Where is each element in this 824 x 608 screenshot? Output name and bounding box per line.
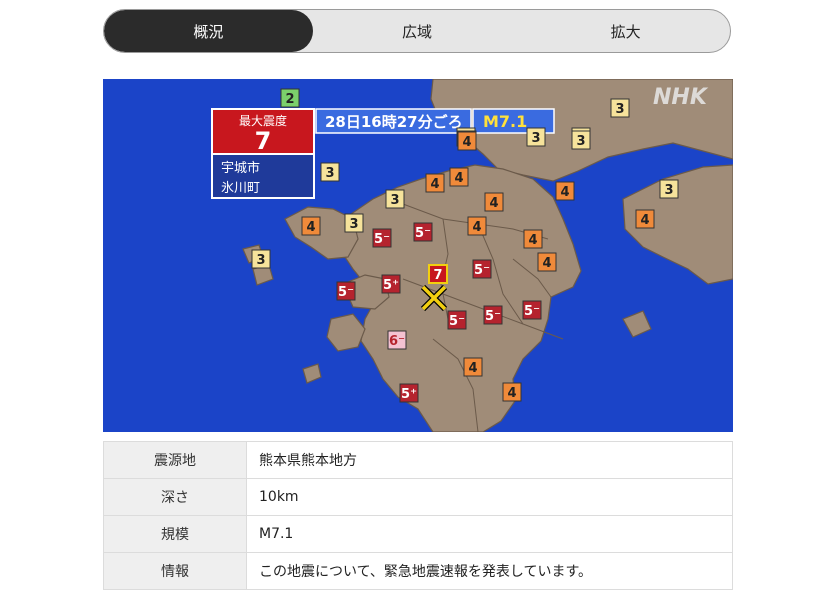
intensity-marker-label: 3 [576, 134, 585, 149]
tab-wide-area[interactable]: 広域 [313, 10, 522, 52]
max-intensity-label: 最大震度 [239, 113, 287, 128]
intensity-marker-label: 5⁻ [524, 304, 540, 319]
magnitude-key: 規模 [103, 515, 247, 553]
intensity-marker: 4 [425, 173, 445, 193]
intensity-marker: 6⁻ [387, 330, 407, 350]
intensity-marker: 5⁻ [372, 228, 392, 248]
intensity-marker: 5⁻ [336, 281, 356, 301]
intensity-marker-label: 3 [325, 166, 334, 181]
intensity-marker: 5⁺ [399, 383, 419, 403]
intensity-marker: 5⁻ [472, 259, 492, 279]
location-1: 宇城市 [221, 160, 260, 176]
intensity-marker-label: 5⁺ [383, 278, 399, 293]
intensity-marker: 3 [571, 130, 591, 150]
intensity-marker-label: 4 [640, 213, 649, 228]
intensity-marker: 4 [467, 216, 487, 236]
intensity-marker: 2 [280, 88, 300, 108]
intensity-marker-label: 3 [256, 253, 265, 268]
depth-value: 10km [246, 478, 733, 516]
intensity-marker: 3 [320, 162, 340, 182]
intensity-marker-label: 2 [285, 92, 294, 107]
intensity-marker: 4 [449, 167, 469, 187]
intensity-marker-label: 4 [430, 177, 439, 192]
intensity-marker: 5⁻ [522, 300, 542, 320]
intensity-marker-label: 5⁻ [485, 309, 501, 324]
intensity-marker: 3 [610, 98, 630, 118]
intensity-marker-label: 3 [664, 183, 673, 198]
intensity-marker: 4 [463, 357, 483, 377]
intensity-marker-label: 4 [560, 185, 569, 200]
intensity-marker-label: 3 [531, 131, 540, 146]
intensity-marker: 4 [523, 229, 543, 249]
tab-overview[interactable]: 概況 [104, 10, 313, 52]
intensity-marker: 4 [635, 209, 655, 229]
intensity-marker-label: 4 [472, 220, 481, 235]
intensity-marker-label: 6⁻ [389, 334, 405, 349]
intensity-marker-label: 5⁻ [374, 232, 390, 247]
intensity-marker: 4 [484, 192, 504, 212]
intensity-marker-label: 4 [462, 135, 471, 150]
intensity-marker-label: 4 [542, 256, 551, 271]
notice-value: この地震について、緊急地震速報を発表しています。 [246, 552, 733, 590]
tab-bar: 概況 広域 拡大 [103, 9, 731, 53]
intensity-marker-label: 4 [489, 196, 498, 211]
epicenter-key: 震源地 [103, 441, 247, 479]
intensity-marker: 4 [301, 216, 321, 236]
intensity-marker: 7 [428, 264, 448, 284]
info-table: 震源地 熊本県熊本地方 深さ 10km 規模 M7.1 情報 この地震について、… [103, 441, 733, 590]
magnitude-text: M7.1 [483, 112, 527, 131]
intensity-marker: 4 [457, 131, 477, 151]
intensity-marker-label: 4 [507, 386, 516, 401]
depth-key: 深さ [103, 478, 247, 516]
intensity-marker: 3 [251, 249, 271, 269]
table-row: 情報 この地震について、緊急地震速報を発表しています。 [103, 552, 733, 590]
intensity-marker-label: 5⁻ [474, 263, 490, 278]
intensity-marker-label: 5⁻ [449, 314, 465, 329]
time-text: 28日16時27分ごろ [325, 113, 463, 131]
table-row: 震源地 熊本県熊本地方 [103, 441, 733, 479]
intensity-marker: 4 [555, 181, 575, 201]
table-row: 規模 M7.1 [103, 515, 733, 553]
intensity-marker: 5⁺ [381, 274, 401, 294]
intensity-marker-label: 3 [390, 193, 399, 208]
max-intensity-panel: 最大震度 7 宇城市 氷川町 [211, 108, 315, 199]
location-2: 氷川町 [221, 181, 260, 196]
notice-key: 情報 [103, 552, 247, 590]
intensity-marker-label: 5⁻ [338, 285, 354, 300]
nhk-logo: NHK [653, 85, 709, 110]
intensity-marker: 3 [526, 127, 546, 147]
intensity-marker-label: 4 [468, 361, 477, 376]
max-intensity-value: 7 [255, 127, 272, 155]
intensity-marker-label: 7 [433, 268, 442, 283]
intensity-marker: 5⁻ [483, 305, 503, 325]
intensity-marker-label: 3 [615, 102, 624, 117]
intensity-marker-label: 5⁻ [415, 226, 431, 241]
magnitude-value: M7.1 [246, 515, 733, 553]
intensity-marker-label: 5⁺ [401, 387, 417, 402]
intensity-marker-label: 4 [454, 171, 463, 186]
tab-zoom[interactable]: 拡大 [521, 10, 730, 52]
epicenter-value: 熊本県熊本地方 [246, 441, 733, 479]
seismic-intensity-map: 最大震度 7 宇城市 氷川町 28日16時27分ごろ M7.1 NHK 2 3 3 3… [103, 79, 733, 432]
intensity-marker: 5⁻ [413, 222, 433, 242]
intensity-marker: 3 [385, 189, 405, 209]
intensity-marker-label: 4 [528, 233, 537, 248]
intensity-marker: 5⁻ [447, 310, 467, 330]
table-row: 深さ 10km [103, 478, 733, 516]
intensity-marker: 4 [502, 382, 522, 402]
intensity-marker: 4 [537, 252, 557, 272]
intensity-marker-label: 3 [349, 217, 358, 232]
intensity-marker-label: 4 [306, 220, 315, 235]
intensity-marker: 3 [344, 213, 364, 233]
time-banner: 28日16時27分ごろ M7.1 [315, 108, 555, 134]
intensity-marker: 3 [659, 179, 679, 199]
